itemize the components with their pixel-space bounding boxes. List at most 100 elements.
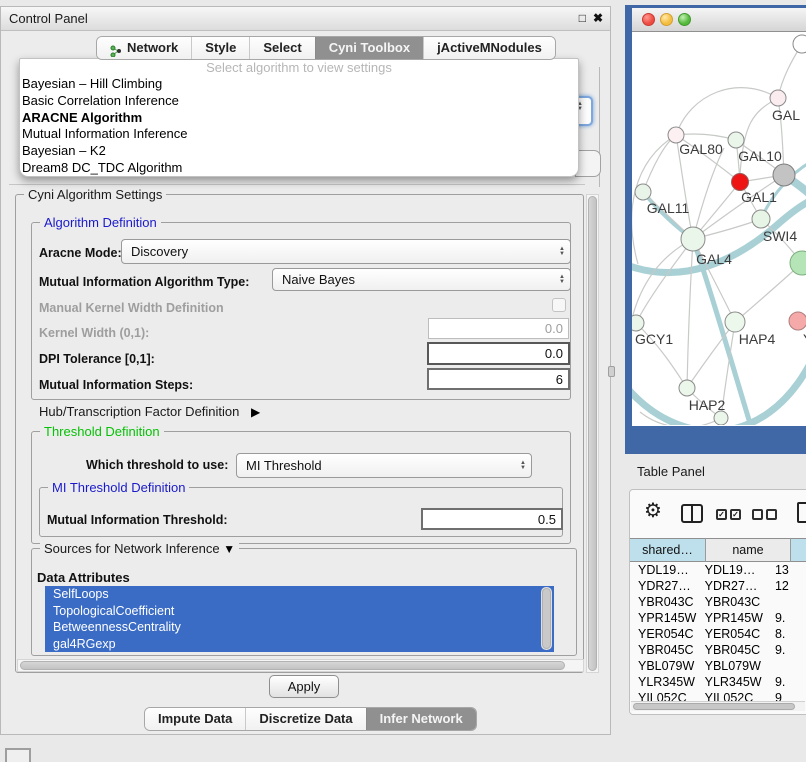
attribute-item-selected[interactable]: SelfLoops [45, 586, 554, 603]
network-canvas[interactable]: GALGAL80GAL10GAL1GAL11SWI4GAL4GCY1HAP4YH… [632, 32, 806, 425]
popup-item[interactable]: Bayesian – Hill Climbing [20, 76, 578, 93]
column-header-clipped[interactable] [791, 538, 806, 562]
control-panel-titlebar: Control Panel □ ✖ [1, 7, 610, 31]
column-header-shared-name[interactable]: shared… [630, 538, 706, 562]
network-edge [643, 135, 676, 192]
attribute-item-selected[interactable]: gal4RGexp [45, 636, 554, 653]
attribute-item-selected[interactable]: BetweennessCentrality [45, 619, 554, 636]
network-node[interactable] [681, 227, 705, 251]
algorithm-definition-title: Algorithm Definition [40, 215, 161, 230]
tab-cyni-toolbox[interactable]: Cyni Toolbox [315, 37, 423, 59]
network-node[interactable] [752, 210, 770, 228]
hub-definition-expander[interactable]: Hub/Transcription Factor Definition ▶ [39, 404, 260, 419]
tab-discretize-data-label: Discretize Data [259, 708, 352, 730]
tab-infer-network-label: Infer Network [380, 708, 463, 730]
settings-vertical-scrollbar[interactable] [586, 194, 599, 673]
attribute-item-selected[interactable]: TopologicalCoefficient [45, 603, 554, 620]
cell: YBR045C [697, 643, 771, 659]
kernel-width-field[interactable]: 0.0 [428, 318, 569, 339]
gear-icon[interactable]: ⚙ [644, 501, 662, 521]
cell: YER054C [630, 627, 697, 643]
popup-item[interactable]: Basic Correlation Inference [20, 93, 578, 110]
table-row[interactable]: YBL079WYBL079W [630, 659, 806, 675]
network-window-titlebar[interactable] [632, 8, 806, 32]
manual-kernel-checkbox[interactable] [552, 298, 566, 312]
cell: YDR27… [630, 579, 697, 595]
network-edge [687, 239, 693, 388]
minimize-window-icon[interactable] [660, 13, 673, 26]
tab-network[interactable]: Network [97, 37, 191, 59]
network-node[interactable] [793, 35, 806, 53]
popup-item[interactable]: Dream8 DC_TDC Algorithm [20, 160, 578, 177]
network-node-label: GAL1 [741, 189, 777, 205]
threshold-definition-title: Threshold Definition [40, 424, 164, 439]
checked-box-icon: ✓ [716, 509, 727, 520]
table-row[interactable]: YLR345WYLR345W9. [630, 675, 806, 691]
table-row[interactable]: YBR045CYBR045C9. [630, 643, 806, 659]
splitpane-grip[interactable] [608, 366, 615, 377]
network-node[interactable] [632, 315, 644, 331]
popup-item[interactable]: Mutual Information Inference [20, 126, 578, 143]
network-edge [636, 239, 693, 323]
tab-jactivemnodules[interactable]: jActiveMNodules [423, 37, 555, 59]
hub-definition-label: Hub/Transcription Factor Definition [39, 404, 239, 419]
popup-item[interactable]: Bayesian – K2 [20, 143, 578, 160]
tab-discretize-data[interactable]: Discretize Data [245, 708, 365, 730]
sources-title[interactable]: Sources for Network Inference ▼ [40, 541, 239, 556]
network-node[interactable] [770, 90, 786, 106]
tab-select[interactable]: Select [249, 37, 314, 59]
network-node[interactable] [714, 411, 728, 425]
cell: YDL19… [630, 563, 697, 579]
column-header-name[interactable]: name [706, 538, 791, 562]
table-horizontal-scrollbar[interactable] [631, 701, 805, 711]
which-threshold-select[interactable]: MI Threshold ▲▼ [236, 453, 532, 478]
columns-icon[interactable] [681, 504, 703, 523]
network-node[interactable] [635, 184, 651, 200]
close-panel-icon[interactable]: ✖ [593, 11, 603, 25]
cell: 9. [771, 611, 806, 627]
network-node[interactable] [773, 164, 795, 186]
close-window-icon[interactable] [642, 13, 655, 26]
cell: 12 [771, 579, 806, 595]
mi-type-select[interactable]: Naive Bayes ▲▼ [272, 268, 571, 291]
network-node[interactable] [725, 312, 745, 332]
tab-impute-data-label: Impute Data [158, 708, 232, 730]
mi-threshold-field[interactable]: 0.5 [421, 508, 563, 530]
network-node[interactable] [728, 132, 744, 148]
table-row[interactable]: YDL19…YDL19…13 [630, 563, 806, 579]
tab-impute-data[interactable]: Impute Data [145, 708, 245, 730]
which-threshold-value: MI Threshold [237, 458, 515, 473]
cell: YDR27… [697, 579, 771, 595]
tab-style[interactable]: Style [191, 37, 249, 59]
mi-steps-field[interactable]: 6 [427, 368, 570, 390]
table-panel-title: Table Panel [637, 464, 705, 479]
attributes-scrollbar[interactable] [541, 587, 552, 650]
apply-button[interactable]: Apply [269, 675, 339, 698]
deselect-all-columns-icon[interactable] [752, 509, 777, 520]
network-node[interactable] [732, 174, 749, 191]
panel-title: Control Panel [9, 7, 88, 31]
select-all-columns-icon[interactable]: ✓ ✓ [716, 509, 741, 520]
bottom-tabs: Impute Data Discretize Data Infer Networ… [144, 707, 477, 731]
float-panel-icon[interactable]: □ [579, 11, 586, 25]
table-row[interactable]: YPR145WYPR145W9. [630, 611, 806, 627]
cell: YBR043C [630, 595, 697, 611]
cell: YBR045C [630, 643, 697, 659]
network-node[interactable] [789, 312, 806, 330]
maximize-window-icon[interactable] [678, 13, 691, 26]
aracne-mode-value: Discovery [122, 244, 554, 259]
network-edge [676, 134, 736, 140]
network-node[interactable] [679, 380, 695, 396]
dpi-tolerance-field[interactable]: 0.0 [427, 342, 570, 365]
settings-horizontal-scrollbar[interactable] [17, 659, 584, 672]
mi-type-value: Naive Bayes [273, 272, 554, 287]
aracne-mode-select[interactable]: Discovery ▲▼ [121, 239, 571, 264]
table-row[interactable]: YDR27…YDR27…12 [630, 579, 806, 595]
spinner-down-icon: ▼ [520, 466, 526, 471]
popup-item-highlighted[interactable]: ARACNE Algorithm [20, 110, 578, 127]
tab-infer-network[interactable]: Infer Network [366, 708, 476, 730]
table-row[interactable]: YBR043CYBR043C [630, 595, 806, 611]
page-icon[interactable] [797, 502, 806, 523]
table-row[interactable]: YER054CYER054C8. [630, 627, 806, 643]
minimized-panel-tab[interactable] [5, 748, 31, 762]
